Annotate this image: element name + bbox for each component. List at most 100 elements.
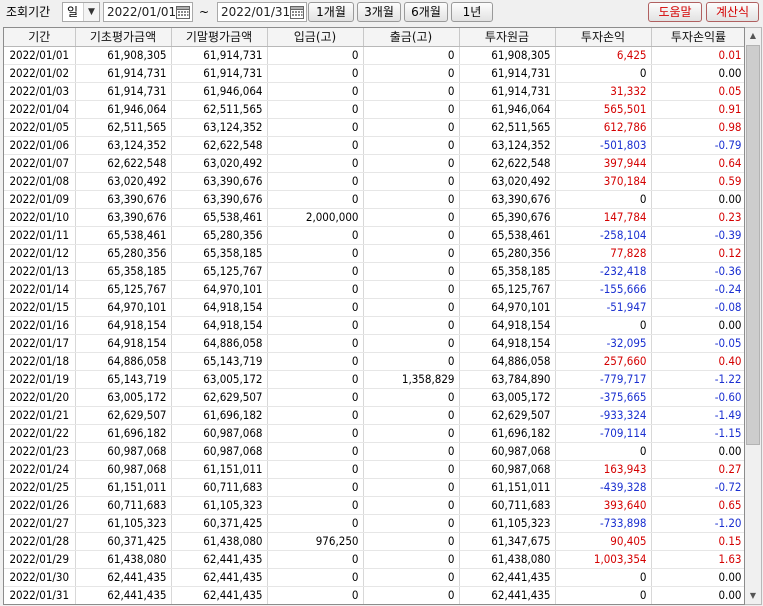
table-row[interactable]: 2022/01/27 61,105,323 60,371,425 0 0 61,105,3… <box>4 514 744 533</box>
arrow-up-icon[interactable]: ▲ <box>745 28 761 44</box>
six-month-button[interactable]: 6개월 <box>404 2 448 22</box>
table-row[interactable]: 2022/01/10 63,390,676 65,538,461 2,000,000 0… <box>4 208 744 227</box>
table-row[interactable]: 2022/01/16 64,918,154 64,918,154 0 0 64,918,1… <box>4 316 744 335</box>
cell-opening-value: 61,946,064 <box>75 100 172 119</box>
cell-deposit: 976,250 <box>267 532 364 551</box>
arrow-down-icon[interactable]: ▼ <box>745 588 761 604</box>
column-header-period[interactable]: 기간 <box>4 28 76 47</box>
cell-deposit: 0 <box>267 82 364 101</box>
cell-period: 2022/01/08 <box>4 172 76 191</box>
formula-button[interactable]: 계산식 <box>706 2 759 22</box>
cell-profit-loss: -232,418 <box>555 262 652 281</box>
column-header-return-rate[interactable]: 투자손익률 <box>651 28 744 47</box>
cell-opening-value: 62,511,565 <box>75 118 172 137</box>
table-row[interactable]: 2022/01/08 63,020,492 63,390,676 0 0 63,020,4… <box>4 172 744 191</box>
table-row[interactable]: 2022/01/26 60,711,683 61,105,323 0 0 60,711,6… <box>4 496 744 515</box>
cell-period: 2022/01/25 <box>4 478 76 497</box>
cell-profit-loss: 6,425 <box>555 46 652 65</box>
column-header-opening-value[interactable]: 기초평가금액 <box>75 28 172 47</box>
table-row[interactable]: 2022/01/13 65,358,185 65,125,767 0 0 65,358,1… <box>4 262 744 281</box>
cell-principal: 60,711,683 <box>459 496 556 515</box>
help-button[interactable]: 도움말 <box>648 2 702 22</box>
table-row[interactable]: 2022/01/01 61,908,305 61,914,731 0 0 61,908,3… <box>4 46 744 65</box>
cell-opening-value: 60,371,425 <box>75 532 172 551</box>
table-row[interactable]: 2022/01/28 60,371,425 61,438,080 976,250 0 61… <box>4 532 744 551</box>
cell-withdrawal: 0 <box>363 532 460 551</box>
cell-return-rate: 0.01 <box>651 46 744 65</box>
table-row[interactable]: 2022/01/05 62,511,565 63,124,352 0 0 62,511,5… <box>4 118 744 137</box>
table-row[interactable]: 2022/01/12 65,280,356 65,358,185 0 0 65,280,3… <box>4 244 744 263</box>
cell-opening-value: 65,538,461 <box>75 226 172 245</box>
one-month-button[interactable]: 1개월 <box>308 2 354 22</box>
cell-opening-value: 61,105,323 <box>75 514 172 533</box>
table-row[interactable]: 2022/01/04 61,946,064 62,511,565 0 0 61,946,0… <box>4 100 744 119</box>
cell-deposit: 0 <box>267 352 364 371</box>
table-row[interactable]: 2022/01/06 63,124,352 62,622,548 0 0 63,124,3… <box>4 136 744 155</box>
cell-closing-value: 60,987,068 <box>171 424 268 443</box>
cell-principal: 61,946,064 <box>459 100 556 119</box>
table-row[interactable]: 2022/01/11 65,538,461 65,280,356 0 0 65,538,4… <box>4 226 744 245</box>
chevron-down-icon[interactable]: ▼ <box>83 3 99 21</box>
cell-closing-value: 63,020,492 <box>171 154 268 173</box>
cell-withdrawal: 0 <box>363 64 460 83</box>
cell-profit-loss: 31,332 <box>555 82 652 101</box>
cell-period: 2022/01/26 <box>4 496 76 515</box>
cell-deposit: 0 <box>267 406 364 425</box>
one-year-button[interactable]: 1년 <box>451 2 493 22</box>
cell-withdrawal: 0 <box>363 442 460 461</box>
cell-principal: 62,441,435 <box>459 568 556 587</box>
table-row[interactable]: 2022/01/15 64,970,101 64,918,154 0 0 64,970,1… <box>4 298 744 317</box>
cell-period: 2022/01/23 <box>4 442 76 461</box>
table-row[interactable]: 2022/01/14 65,125,767 64,970,101 0 0 65,125,7… <box>4 280 744 299</box>
table-row[interactable]: 2022/01/02 61,914,731 61,914,731 0 0 61,914,7… <box>4 64 744 83</box>
calendar-icon[interactable] <box>175 4 191 20</box>
column-header-closing-value[interactable]: 기말평가금액 <box>171 28 268 47</box>
cell-withdrawal: 0 <box>363 388 460 407</box>
cell-opening-value: 62,441,435 <box>75 586 172 604</box>
cell-closing-value: 62,511,565 <box>171 100 268 119</box>
table-row[interactable]: 2022/01/24 60,987,068 61,151,011 0 0 60,987,0… <box>4 460 744 479</box>
column-header-principal[interactable]: 투자원금 <box>459 28 556 47</box>
table-row[interactable]: 2022/01/17 64,918,154 64,886,058 0 0 64,918,1… <box>4 334 744 353</box>
table-row[interactable]: 2022/01/19 65,143,719 63,005,172 0 1,358,829… <box>4 370 744 389</box>
table-row[interactable]: 2022/01/21 62,629,507 61,696,182 0 0 62,629,5… <box>4 406 744 425</box>
scrollbar-thumb[interactable] <box>746 45 760 445</box>
cell-profit-loss: 163,943 <box>555 460 652 479</box>
table-row[interactable]: 2022/01/29 61,438,080 62,441,435 0 0 61,438,0… <box>4 550 744 569</box>
table-row[interactable]: 2022/01/03 61,914,731 61,946,064 0 0 61,914,7… <box>4 82 744 101</box>
cell-period: 2022/01/19 <box>4 370 76 389</box>
column-header-withdrawal[interactable]: 출금(고) <box>363 28 460 47</box>
cell-return-rate: 0.27 <box>651 460 744 479</box>
table-row[interactable]: 2022/01/30 62,441,435 62,441,435 0 0 62,441,4… <box>4 568 744 587</box>
cell-profit-loss: -501,803 <box>555 136 652 155</box>
three-month-button[interactable]: 3개월 <box>357 2 401 22</box>
cell-withdrawal: 0 <box>363 406 460 425</box>
column-header-deposit[interactable]: 입금(고) <box>267 28 364 47</box>
column-header-profit-loss[interactable]: 투자손익 <box>555 28 652 47</box>
cell-return-rate: -0.72 <box>651 478 744 497</box>
table-row[interactable]: 2022/01/25 61,151,011 60,711,683 0 0 61,151,0… <box>4 478 744 497</box>
cell-withdrawal: 0 <box>363 46 460 65</box>
cell-withdrawal: 0 <box>363 208 460 227</box>
table-row[interactable]: 2022/01/09 63,390,676 63,390,676 0 0 63,390,6… <box>4 190 744 209</box>
cell-period: 2022/01/12 <box>4 244 76 263</box>
table-row[interactable]: 2022/01/31 62,441,435 62,441,435 0 0 62,441,4… <box>4 586 744 604</box>
cell-principal: 64,970,101 <box>459 298 556 317</box>
vertical-scrollbar[interactable]: ▲ ▼ <box>745 27 762 605</box>
table-row[interactable]: 2022/01/23 60,987,068 60,987,068 0 0 60,987,0… <box>4 442 744 461</box>
table-row[interactable]: 2022/01/07 62,622,548 63,020,492 0 0 62,622,5… <box>4 154 744 173</box>
cell-deposit: 0 <box>267 64 364 83</box>
period-unit-select[interactable]: 일 ▼ <box>62 2 100 22</box>
cell-opening-value: 64,918,154 <box>75 334 172 353</box>
table-row[interactable]: 2022/01/22 61,696,182 60,987,068 0 0 61,696,1… <box>4 424 744 443</box>
cell-closing-value: 64,886,058 <box>171 334 268 353</box>
cell-closing-value: 61,105,323 <box>171 496 268 515</box>
cell-withdrawal: 0 <box>363 100 460 119</box>
cell-opening-value: 64,918,154 <box>75 316 172 335</box>
calendar-icon[interactable] <box>289 4 305 20</box>
cell-period: 2022/01/29 <box>4 550 76 569</box>
table-row[interactable]: 2022/01/18 64,886,058 65,143,719 0 0 64,886,0… <box>4 352 744 371</box>
table-row[interactable]: 2022/01/20 63,005,172 62,629,507 0 0 63,005,1… <box>4 388 744 407</box>
cell-opening-value: 61,438,080 <box>75 550 172 569</box>
cell-opening-value: 61,696,182 <box>75 424 172 443</box>
